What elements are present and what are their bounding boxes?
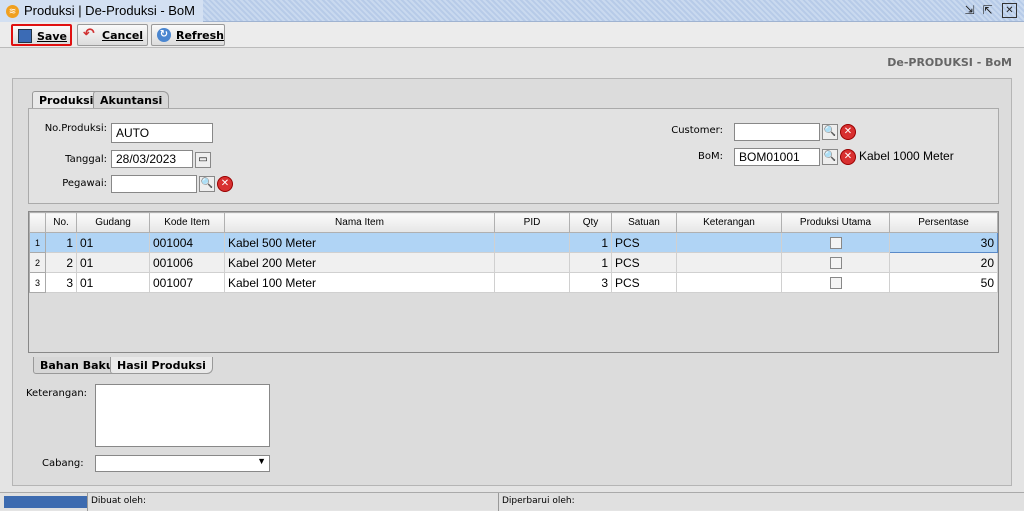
cell-no[interactable]: 2 [45, 252, 77, 273]
column-header[interactable]: Gudang [76, 212, 150, 233]
keterangan-textarea[interactable] [95, 384, 270, 447]
tab-produksi[interactable]: Produksi [32, 91, 101, 108]
cell-pid[interactable] [494, 272, 570, 293]
refresh-icon: ↻ [157, 28, 171, 42]
cell-persentase[interactable]: 20 [889, 252, 998, 273]
cell-satuan[interactable]: PCS [611, 272, 677, 293]
title-bar: ≋ Produksi | De-Produksi - BoM ⇲ ⇱ ✕ [0, 0, 1024, 22]
page-title: De-PRODUKSI - BoM [887, 56, 1012, 69]
column-header[interactable]: Persentase [889, 212, 998, 233]
minimize-icon[interactable]: ⇲ [962, 3, 977, 18]
tanggal-input[interactable]: 28/03/2023 [111, 150, 193, 168]
cell-nama[interactable]: Kabel 500 Meter [224, 232, 495, 253]
cell-produksi-utama[interactable] [781, 252, 890, 273]
cell-persentase[interactable]: 50 [889, 272, 998, 293]
cell-persentase[interactable]: 30 [889, 232, 998, 253]
clear-icon[interactable]: ✕ [840, 124, 856, 140]
undo-arrow-icon: ↶ [83, 26, 95, 42]
checkbox[interactable] [829, 257, 842, 270]
pegawai-input[interactable] [111, 175, 197, 193]
search-icon[interactable]: 🔍 [822, 149, 838, 165]
column-header[interactable]: PID [494, 212, 570, 233]
customer-input[interactable] [734, 123, 820, 141]
customer-label: Customer: [671, 125, 723, 136]
tanggal-label: Tanggal: [65, 154, 107, 165]
close-icon[interactable]: ✕ [1002, 3, 1017, 18]
corner-cell [29, 212, 46, 233]
column-header[interactable]: Nama Item [224, 212, 495, 233]
cell-no[interactable]: 3 [45, 272, 77, 293]
column-header[interactable]: Satuan [611, 212, 677, 233]
table-row[interactable]: 1 1 01 001004 Kabel 500 Meter 1 PCS 30 [29, 232, 998, 253]
refresh-button[interactable]: ↻ Refresh [151, 24, 225, 46]
cell-no[interactable]: 1 [45, 232, 77, 253]
cell-kode[interactable]: 001006 [149, 252, 225, 273]
checkbox[interactable] [829, 277, 842, 290]
created-by-label: Dibuat oleh: [87, 493, 149, 511]
cell-keterangan[interactable] [676, 232, 782, 253]
cell-gudang[interactable]: 01 [76, 252, 150, 273]
cell-pid[interactable] [494, 252, 570, 273]
cell-produksi-utama[interactable] [781, 232, 890, 253]
bom-label: BoM: [698, 151, 723, 162]
grid-header: No. Gudang Kode Item Nama Item PID Qty S… [29, 212, 998, 233]
bom-name: Kabel 1000 Meter [859, 149, 954, 163]
tab-hasil-produksi[interactable]: Hasil Produksi [110, 357, 213, 374]
window-title: Produksi | De-Produksi - BoM [24, 3, 195, 18]
search-icon[interactable]: 🔍 [199, 176, 215, 192]
toolbar: Save ↶ Cancel ↻ Refresh [0, 22, 1024, 48]
cell-kode[interactable]: 001007 [149, 272, 225, 293]
row-number[interactable]: 1 [29, 232, 46, 253]
app-logo-icon: ≋ [6, 5, 19, 18]
checkbox[interactable] [829, 237, 842, 250]
row-number[interactable]: 3 [29, 272, 46, 293]
tab-akuntansi[interactable]: Akuntansi [93, 91, 170, 108]
column-header[interactable]: Produksi Utama [781, 212, 890, 233]
cell-qty[interactable]: 1 [569, 252, 612, 273]
cabang-select[interactable]: ▼ [95, 455, 270, 472]
clear-icon[interactable]: ✕ [840, 149, 856, 165]
row-number[interactable]: 2 [29, 252, 46, 273]
cell-keterangan[interactable] [676, 252, 782, 273]
table-row[interactable]: 3 3 01 001007 Kabel 100 Meter 3 PCS 50 [29, 272, 998, 293]
no-produksi-label: No.Produksi: [44, 123, 107, 134]
cell-gudang[interactable]: 01 [76, 272, 150, 293]
cell-nama[interactable]: Kabel 100 Meter [224, 272, 495, 293]
status-bar: Dibuat oleh: Diperbarui oleh: [0, 492, 1024, 511]
cell-satuan[interactable]: PCS [611, 232, 677, 253]
table-row[interactable]: 2 2 01 001006 Kabel 200 Meter 1 PCS 20 [29, 252, 998, 273]
save-button[interactable]: Save [11, 24, 72, 46]
cell-qty[interactable]: 1 [569, 232, 612, 253]
cell-satuan[interactable]: PCS [611, 252, 677, 273]
cell-produksi-utama[interactable] [781, 272, 890, 293]
maximize-icon[interactable]: ⇱ [980, 3, 995, 18]
column-header[interactable]: No. [45, 212, 77, 233]
tab-bahan-baku[interactable]: Bahan Baku [33, 357, 121, 374]
clear-icon[interactable]: ✕ [217, 176, 233, 192]
search-icon[interactable]: 🔍 [822, 124, 838, 140]
cabang-label: Cabang: [42, 458, 84, 469]
calendar-icon[interactable]: ▭ [195, 152, 211, 168]
cell-nama[interactable]: Kabel 200 Meter [224, 252, 495, 273]
cell-keterangan[interactable] [676, 272, 782, 293]
column-header[interactable]: Keterangan [676, 212, 782, 233]
chevron-down-icon: ▼ [257, 456, 266, 466]
items-grid: No. Gudang Kode Item Nama Item PID Qty S… [28, 211, 999, 353]
column-header[interactable]: Qty [569, 212, 612, 233]
cell-pid[interactable] [494, 232, 570, 253]
progress-indicator [4, 496, 87, 508]
bom-input[interactable]: BOM01001 [734, 148, 820, 166]
header-form: No.Produksi: AUTO Tanggal: 28/03/2023 ▭ … [28, 108, 999, 204]
updated-by-label: Diperbarui oleh: [498, 493, 578, 511]
cancel-button[interactable]: ↶ Cancel [77, 24, 148, 46]
no-produksi-input[interactable]: AUTO [111, 123, 213, 143]
column-header[interactable]: Kode Item [149, 212, 225, 233]
pegawai-label: Pegawai: [62, 178, 107, 189]
keterangan-label: Keterangan: [26, 388, 88, 399]
cell-kode[interactable]: 001004 [149, 232, 225, 253]
cell-qty[interactable]: 3 [569, 272, 612, 293]
cell-gudang[interactable]: 01 [76, 232, 150, 253]
floppy-disk-icon [18, 29, 32, 43]
